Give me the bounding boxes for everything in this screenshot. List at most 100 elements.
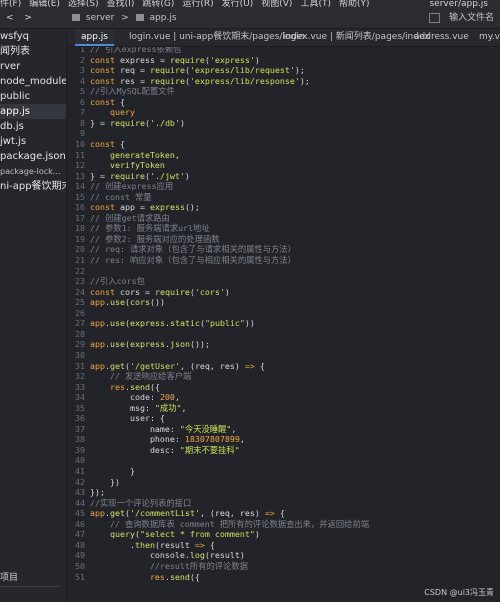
menu-item[interactable]: 视图(V) bbox=[261, 0, 292, 8]
code-token: // 创建express应用 bbox=[90, 181, 174, 192]
menu-item[interactable]: 件(F) bbox=[0, 0, 21, 8]
breadcrumb-folder[interactable]: server bbox=[86, 13, 115, 23]
code-token: require bbox=[149, 75, 185, 86]
code-token: { bbox=[119, 138, 125, 149]
code-token: req = bbox=[119, 65, 150, 76]
sidebar-item[interactable]: node_modules bbox=[0, 74, 66, 89]
code-token: generateToken, bbox=[90, 149, 180, 160]
tab-app-js[interactable]: app.js bbox=[75, 29, 114, 46]
menu-item[interactable]: 帮助(Y) bbox=[339, 0, 370, 8]
code-token: //引入cors包 bbox=[90, 276, 145, 287]
sidebar-item[interactable]: public bbox=[0, 89, 66, 104]
sidebar-item[interactable]: package.json bbox=[0, 149, 66, 164]
code-token: 'express/lib/response' bbox=[189, 75, 300, 86]
window-path: server/app.js bbox=[429, 0, 488, 8]
sidebar-item[interactable]: 闻列表 bbox=[0, 44, 66, 59]
code-token: static bbox=[169, 318, 200, 329]
project-footer-label[interactable]: 项目 bbox=[0, 570, 18, 583]
code-token: require bbox=[149, 65, 185, 76]
sidebar-item[interactable]: package-lock... bbox=[0, 164, 66, 179]
code-token: 'cors' bbox=[194, 286, 225, 297]
code-token: ) bbox=[179, 117, 185, 128]
menu-item[interactable]: 跳转(G) bbox=[142, 0, 174, 8]
code-token: const bbox=[90, 286, 120, 297]
code-token: { bbox=[204, 539, 215, 550]
code-token: app bbox=[90, 339, 105, 350]
back-button[interactable]: < bbox=[6, 13, 14, 23]
code-token: app bbox=[90, 297, 105, 308]
code-token: require bbox=[109, 117, 145, 128]
code-token: user: { bbox=[90, 413, 165, 424]
code-token: } = bbox=[90, 170, 110, 181]
forward-button[interactable]: > bbox=[24, 13, 32, 23]
menu-bar: 件(F) 编辑(E) 选择(S) 查找(I) 跳转(G) 运行(R) 发行(U) 视图(V) 工… bbox=[0, 0, 500, 8]
code-token: }) bbox=[90, 476, 120, 487]
code-token: } bbox=[90, 466, 135, 476]
sidebar-item[interactable]: app.js bbox=[0, 104, 66, 119]
code-token: 'express' bbox=[209, 54, 255, 65]
code-token: 'express/lib/request' bbox=[189, 65, 295, 76]
code-token: { bbox=[274, 508, 285, 519]
menu-item[interactable]: 选择(S) bbox=[68, 0, 99, 8]
menu-item[interactable]: 工具(T) bbox=[300, 0, 331, 8]
code-token: , (req, res) bbox=[199, 508, 265, 519]
code-token: //result所有的评论数据 bbox=[90, 560, 248, 571]
code-token: ); bbox=[299, 75, 310, 86]
code-token: require bbox=[154, 286, 190, 297]
code-token: res bbox=[90, 571, 165, 582]
code-token: // 参数2: 服务端对应的处理函数 bbox=[90, 233, 220, 244]
code-token: { bbox=[119, 96, 125, 107]
code-token: app = bbox=[119, 202, 150, 213]
code-token: (result bbox=[154, 539, 195, 550]
nav-buttons: < > bbox=[6, 8, 40, 28]
code-token: require bbox=[169, 54, 205, 65]
code-token: get bbox=[110, 360, 125, 371]
code-token: app bbox=[90, 318, 105, 329]
line-number: 51 bbox=[75, 571, 85, 582]
code-token: phone: bbox=[90, 434, 185, 445]
code-token: ) bbox=[254, 529, 260, 540]
code-token: '/commentList' bbox=[130, 508, 200, 519]
code-token: send bbox=[169, 571, 190, 582]
code-token: res = bbox=[119, 75, 150, 86]
code-token: use bbox=[110, 339, 125, 350]
code-token: } = bbox=[90, 117, 110, 128]
menu-item[interactable]: 查找(I) bbox=[107, 0, 135, 8]
code-token: "成功" bbox=[154, 402, 182, 413]
code-editor[interactable]: 1// 引入express依赖包 2 const express = require… bbox=[67, 47, 500, 602]
file-search[interactable]: 输入文件名 bbox=[429, 8, 494, 28]
code-text: res.send({ bbox=[90, 571, 200, 583]
code-line[interactable]: 51 res.send({ bbox=[67, 571, 500, 583]
code-token: ({ bbox=[189, 571, 200, 582]
code-token: send bbox=[129, 381, 150, 392]
menu-item[interactable]: 编辑(E) bbox=[29, 0, 60, 8]
code-token: get bbox=[110, 508, 125, 519]
menu-item[interactable]: 发行(U) bbox=[222, 0, 254, 8]
code-token: //引入MySQL配置文件 bbox=[90, 86, 175, 97]
code-token: // 创建get请求路由 bbox=[90, 212, 170, 223]
code-token: . bbox=[90, 539, 135, 550]
sidebar-item[interactable]: db.js bbox=[0, 119, 66, 134]
breadcrumb-separator: > bbox=[121, 13, 129, 23]
menu-item[interactable]: 运行(R) bbox=[182, 0, 213, 8]
code-token: use bbox=[110, 297, 125, 308]
tab-file[interactable]: address.vue bbox=[414, 29, 469, 46]
code-token: "public" bbox=[204, 318, 245, 329]
code-token: ); bbox=[294, 65, 305, 76]
code-token: use bbox=[110, 318, 125, 329]
tab-file[interactable]: my.vu bbox=[479, 29, 500, 46]
sidebar-item[interactable]: rver bbox=[0, 59, 66, 74]
sidebar-item[interactable]: jwt.js bbox=[0, 134, 66, 149]
sidebar-item[interactable]: wsfyq bbox=[0, 29, 66, 44]
code-token: console bbox=[90, 550, 185, 561]
tab-file[interactable]: index.vue | 新闻列表/pages/index bbox=[283, 29, 430, 46]
code-token: app bbox=[90, 508, 105, 519]
file-search-icon bbox=[429, 12, 441, 23]
tab-file[interactable]: login.vue | uni-app餐饮期末/pages/login bbox=[129, 29, 304, 46]
code-token: ({ bbox=[149, 381, 160, 392]
breadcrumb-file[interactable]: app.js bbox=[150, 13, 177, 23]
code-token: log bbox=[189, 550, 205, 561]
code-token: (); bbox=[184, 202, 200, 213]
sidebar-item[interactable]: ni-app餐饮期末 bbox=[0, 179, 66, 194]
code-token: then bbox=[134, 539, 155, 550]
